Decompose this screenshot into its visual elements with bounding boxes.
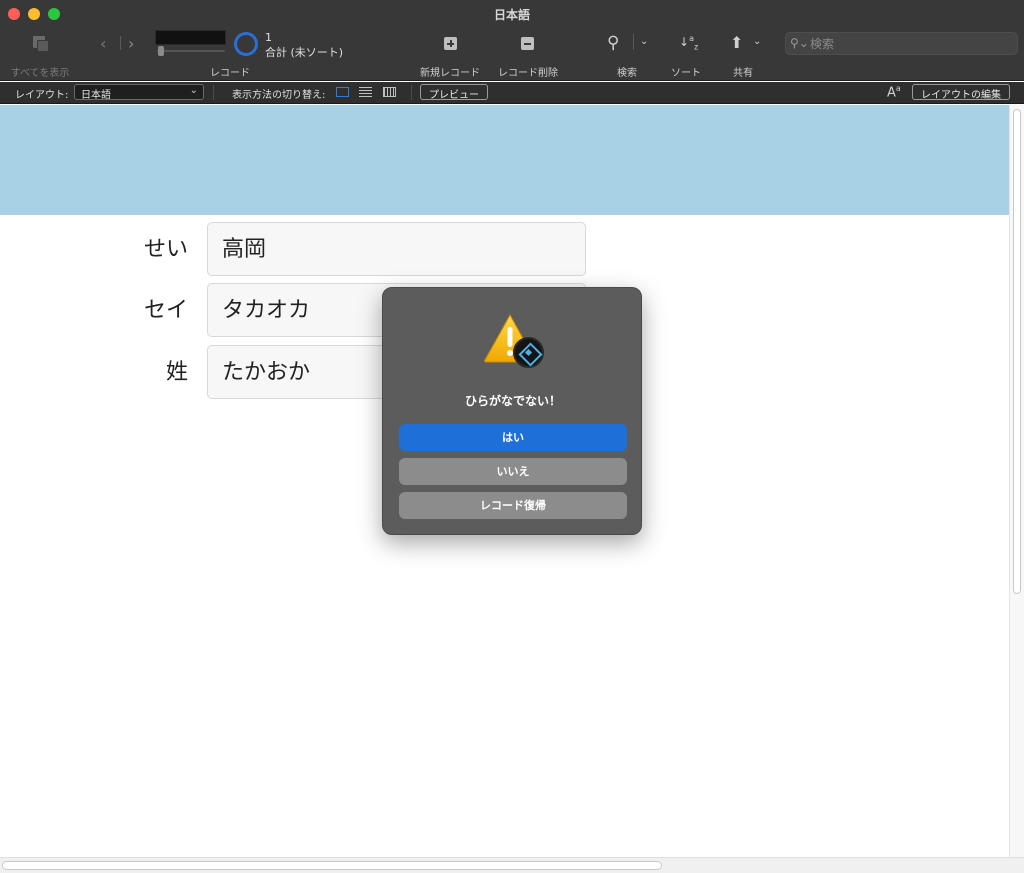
- share-chevron-down-icon[interactable]: ⌄: [753, 36, 761, 47]
- record-pie-icon: [234, 32, 258, 56]
- previous-record-icon[interactable]: ‹: [100, 34, 106, 53]
- horizontal-scrollbar[interactable]: [0, 857, 1024, 873]
- revert-record-button[interactable]: レコード復帰: [399, 492, 627, 519]
- show-all-label: すべてを表示: [10, 68, 70, 79]
- current-record-field[interactable]: [155, 30, 226, 45]
- header-part: [0, 105, 1009, 215]
- new-record-label[interactable]: 新規レコード: [420, 64, 480, 79]
- horizontal-scroll-thumb[interactable]: [2, 861, 662, 870]
- next-record-icon[interactable]: ›: [128, 34, 134, 53]
- view-as-list-icon[interactable]: [359, 87, 372, 97]
- nav-separator: [120, 36, 121, 50]
- filemaker-icon: [513, 337, 544, 368]
- field-label-sei-katakana: セイ: [143, 298, 188, 323]
- layout-bar: レイアウト: 日本語 ⌄ 表示方法の切り替え: プレビュー Aa レイアウトの編…: [0, 82, 1024, 104]
- find-label[interactable]: 検索: [617, 64, 637, 79]
- record-count: 1: [265, 31, 272, 44]
- show-all-icon[interactable]: [33, 36, 49, 52]
- layout-bar-separator: [411, 85, 412, 100]
- find-icon[interactable]: ⚲: [607, 33, 619, 53]
- layout-select[interactable]: 日本語 ⌄: [74, 84, 204, 101]
- filemaker-window: 日本語 すべてを表示 ‹ › 1 合計 (未ソート) レコード 新規レコード レ…: [0, 0, 1024, 873]
- yes-button[interactable]: はい: [399, 424, 627, 451]
- layout-bar-separator: [213, 85, 214, 100]
- chevron-down-icon: ⌄: [189, 85, 198, 96]
- search-icon: ⚲⌄: [790, 36, 809, 50]
- share-icon[interactable]: ⬆: [730, 33, 743, 52]
- find-separator: [633, 34, 634, 50]
- view-as-table-icon[interactable]: [383, 87, 396, 97]
- sort-label[interactable]: ソート: [671, 64, 701, 79]
- sort-icon[interactable]: ↓az: [679, 34, 698, 51]
- window-title: 日本語: [493, 8, 530, 22]
- share-label[interactable]: 共有: [733, 64, 753, 79]
- record-slider-thumb[interactable]: [158, 46, 164, 56]
- no-button[interactable]: いいえ: [399, 458, 627, 485]
- vertical-scroll-thumb[interactable]: [1013, 109, 1021, 594]
- toolbar: 日本語 すべてを表示 ‹ › 1 合計 (未ソート) レコード 新規レコード レ…: [0, 0, 1024, 81]
- alert-dialog: ひらがなでない！ はい いいえ レコード復帰: [382, 287, 642, 535]
- layout-label: レイアウト:: [15, 90, 69, 101]
- preview-button[interactable]: プレビュー: [420, 84, 488, 101]
- field-sei-hiragana[interactable]: 高岡: [207, 222, 586, 276]
- new-record-icon[interactable]: [444, 37, 457, 50]
- alert-icon: [483, 312, 545, 370]
- search-input[interactable]: [810, 34, 1010, 53]
- field-label-sei-hiragana: せい: [143, 237, 188, 262]
- quick-find-field[interactable]: ⚲⌄: [785, 32, 1018, 55]
- find-chevron-down-icon[interactable]: ⌄: [640, 36, 648, 47]
- view-as-label: 表示方法の切り替え:: [232, 90, 326, 101]
- view-as-form-icon[interactable]: [336, 87, 349, 97]
- text-size-icon[interactable]: Aa: [887, 84, 901, 100]
- delete-record-icon[interactable]: [521, 37, 534, 50]
- delete-record-label[interactable]: レコード削除: [498, 64, 558, 79]
- record-slider-track[interactable]: [157, 50, 225, 52]
- field-label-sei-kanji: 姓: [165, 360, 188, 385]
- records-label: レコード: [210, 68, 250, 79]
- edit-layout-button[interactable]: レイアウトの編集: [912, 84, 1010, 101]
- record-total: 合計 (未ソート): [265, 46, 344, 59]
- vertical-scrollbar[interactable]: [1009, 105, 1024, 857]
- dialog-message: ひらがなでない！: [464, 394, 561, 408]
- layout-select-value: 日本語: [81, 90, 111, 101]
